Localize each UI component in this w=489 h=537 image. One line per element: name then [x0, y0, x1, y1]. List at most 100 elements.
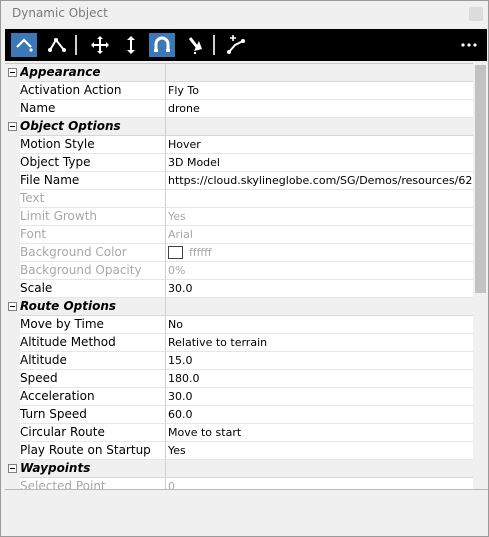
- property-row[interactable]: Circular Route Move to start: [5, 424, 473, 442]
- property-value[interactable]: 3D Model: [166, 154, 473, 172]
- category-label: Waypoints: [20, 460, 166, 478]
- row-gutter: [5, 316, 20, 334]
- property-row[interactable]: File Name https://cloud.skylineglobe.com/…: [5, 172, 473, 190]
- collapse-icon[interactable]: [8, 122, 17, 131]
- route-arc-button[interactable]: [11, 33, 37, 57]
- snap-button[interactable]: [149, 33, 175, 57]
- move-icon: [90, 35, 110, 55]
- category-row[interactable]: Route Options: [5, 298, 473, 316]
- more-options-button[interactable]: [457, 33, 481, 57]
- property-row: Selected Point 0: [5, 478, 473, 489]
- property-name: Background Opacity: [20, 262, 166, 280]
- snap-magnet-icon: [152, 35, 172, 55]
- property-value: [166, 190, 473, 208]
- row-gutter: [5, 118, 20, 136]
- category-label: Route Options: [20, 298, 166, 316]
- scrollbar-thumb[interactable]: [475, 65, 486, 293]
- category-value-cell: [166, 298, 473, 316]
- vertical-move-icon: [124, 35, 138, 55]
- row-gutter: [5, 190, 20, 208]
- window-title: Dynamic Object: [12, 6, 108, 20]
- property-row[interactable]: Altitude Method Relative to terrain: [5, 334, 473, 352]
- move-button[interactable]: [87, 33, 113, 57]
- property-name: Turn Speed: [20, 406, 166, 424]
- row-gutter: [5, 136, 20, 154]
- vertical-scrollbar[interactable]: [473, 63, 488, 489]
- row-gutter: [5, 478, 20, 489]
- collapse-icon[interactable]: [8, 302, 17, 311]
- property-value[interactable]: Fly To: [166, 82, 473, 100]
- property-value[interactable]: 180.0: [166, 370, 473, 388]
- add-waypoint-icon: [226, 35, 248, 55]
- property-row[interactable]: Altitude 15.0: [5, 352, 473, 370]
- property-value[interactable]: drone: [166, 100, 473, 118]
- drop-to-ground-button[interactable]: [182, 33, 208, 57]
- property-row: Background Color ffffff: [5, 244, 473, 262]
- property-value[interactable]: Hover: [166, 136, 473, 154]
- row-gutter: [5, 154, 20, 172]
- category-label: Appearance: [20, 64, 166, 82]
- property-value[interactable]: 30.0: [166, 388, 473, 406]
- row-gutter: [5, 100, 20, 118]
- property-value[interactable]: 15.0: [166, 352, 473, 370]
- property-value[interactable]: Yes: [166, 442, 473, 460]
- property-name: Font: [20, 226, 166, 244]
- close-icon[interactable]: [469, 7, 483, 21]
- row-gutter: [5, 406, 20, 424]
- more-icon: [460, 42, 478, 48]
- property-value: Arial: [166, 226, 473, 244]
- property-name: File Name: [20, 172, 166, 190]
- property-name: Altitude: [20, 352, 166, 370]
- dynamic-object-window: Dynamic Object Appearance Activation Act…: [0, 0, 489, 537]
- property-value[interactable]: 30.0: [166, 280, 473, 298]
- add-waypoint-button[interactable]: [224, 33, 250, 57]
- property-row[interactable]: Play Route on Startup Yes: [5, 442, 473, 460]
- edit-path-icon: [47, 36, 67, 54]
- property-row[interactable]: Object Type 3D Model: [5, 154, 473, 172]
- property-name: Circular Route: [20, 424, 166, 442]
- drop-to-ground-icon: [186, 35, 204, 55]
- row-gutter: [5, 226, 20, 244]
- property-name: Object Type: [20, 154, 166, 172]
- property-row[interactable]: Speed 180.0: [5, 370, 473, 388]
- property-name: Scale: [20, 280, 166, 298]
- category-row[interactable]: Appearance: [5, 64, 473, 82]
- property-row[interactable]: Motion Style Hover: [5, 136, 473, 154]
- category-value-cell: [166, 64, 473, 82]
- property-value[interactable]: https://cloud.skylineglobe.com/SG/Demos/…: [166, 172, 473, 190]
- category-row[interactable]: Object Options: [5, 118, 473, 136]
- property-name: Activation Action: [20, 82, 166, 100]
- property-grid: Appearance Activation Action Fly To Name dro…: [5, 63, 473, 489]
- row-gutter: [5, 82, 20, 100]
- property-value[interactable]: 60.0: [166, 406, 473, 424]
- property-row: Limit Growth Yes: [5, 208, 473, 226]
- property-row[interactable]: Scale 30.0: [5, 280, 473, 298]
- edit-path-button[interactable]: [44, 33, 70, 57]
- property-row: Background Opacity 0%: [5, 262, 473, 280]
- category-row[interactable]: Waypoints: [5, 460, 473, 478]
- vertical-move-button[interactable]: [118, 33, 144, 57]
- row-gutter: [5, 460, 20, 478]
- row-gutter: [5, 424, 20, 442]
- row-gutter: [5, 64, 20, 82]
- row-gutter: [5, 334, 20, 352]
- property-row[interactable]: Name drone: [5, 100, 473, 118]
- collapse-icon[interactable]: [8, 68, 17, 77]
- property-value[interactable]: Move to start: [166, 424, 473, 442]
- category-label: Object Options: [20, 118, 166, 136]
- row-gutter: [5, 352, 20, 370]
- row-gutter: [5, 262, 20, 280]
- property-row: Text: [5, 190, 473, 208]
- property-row[interactable]: Acceleration 30.0: [5, 388, 473, 406]
- property-value: Yes: [166, 208, 473, 226]
- property-value[interactable]: No: [166, 316, 473, 334]
- collapse-icon[interactable]: [8, 464, 17, 473]
- property-name: Limit Growth: [20, 208, 166, 226]
- property-name: Move by Time: [20, 316, 166, 334]
- property-value[interactable]: Relative to terrain: [166, 334, 473, 352]
- property-row[interactable]: Move by Time No: [5, 316, 473, 334]
- property-row[interactable]: Turn Speed 60.0: [5, 406, 473, 424]
- property-row: Font Arial: [5, 226, 473, 244]
- row-gutter: [5, 370, 20, 388]
- property-row[interactable]: Activation Action Fly To: [5, 82, 473, 100]
